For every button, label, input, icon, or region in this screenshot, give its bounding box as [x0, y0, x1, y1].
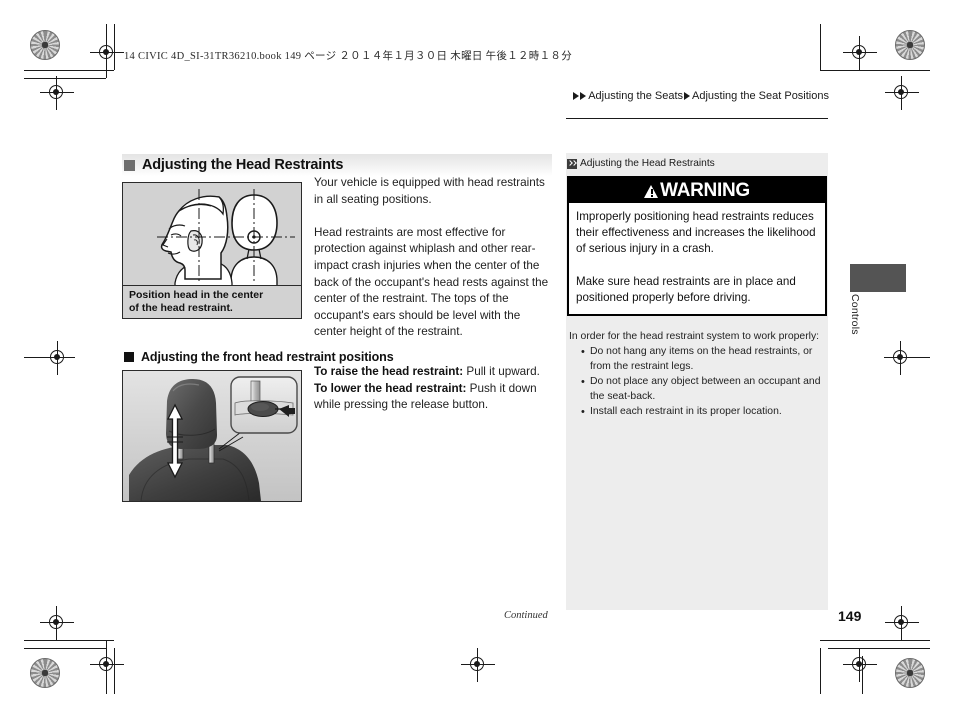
registration-target-top-right — [843, 36, 877, 70]
halftone-registration-dot-top-right — [895, 30, 925, 60]
figure-head-position-caption: Position head in the center of the head … — [123, 285, 301, 318]
crop-mark-top-right-h — [820, 70, 930, 71]
registration-target-top-left-inner — [90, 36, 124, 70]
registration-target-right-upper — [885, 76, 919, 110]
body-text-block: Your vehicle is equipped with head restr… — [314, 175, 554, 341]
list-item: Do not hang any items on the head restra… — [581, 345, 822, 374]
crop-mark-top-left-v2 — [114, 24, 115, 70]
breadcrumb-arrow-icon-1 — [573, 92, 580, 100]
crop-mark-bottom-left-v — [106, 640, 107, 694]
breadcrumb-arrow-icon-2 — [580, 92, 587, 100]
continued-label: Continued — [504, 610, 548, 621]
halftone-registration-dot-top-left — [30, 30, 60, 60]
figure-head-restraint-drawing — [123, 371, 301, 501]
registration-target-bottom-center — [461, 648, 495, 682]
subsection-bullet-icon — [124, 352, 134, 362]
halftone-registration-dot-bottom-left — [30, 658, 60, 688]
reference-chevron-icon — [567, 158, 577, 169]
crop-mark-top-left-h — [24, 70, 114, 71]
header-divider — [566, 118, 828, 119]
instruction-raise: To raise the head restraint: Pull it upw… — [314, 364, 554, 381]
halftone-registration-dot-bottom-right — [895, 658, 925, 688]
section-heading-label: Adjusting the Head Restraints — [142, 157, 344, 173]
reference-note: In order for the head restraint system t… — [566, 316, 828, 419]
crop-mark-top-right-v — [820, 24, 821, 70]
left-column: Adjusting the Head Restraints — [122, 154, 552, 176]
registration-target-right-middle — [884, 341, 918, 375]
side-tab-marker — [850, 264, 906, 292]
crop-mark-left-edge — [24, 357, 42, 358]
section-bullet-icon — [124, 159, 135, 171]
crop-mark-bottom-right-h2 — [828, 648, 930, 649]
crop-mark-bottom-right-v — [820, 648, 821, 694]
instruction-text-block: To raise the head restraint: Pull it upw… — [314, 364, 554, 414]
figure-caption-line-1: Position head in the center — [129, 289, 264, 302]
crop-mark-right-edge — [912, 357, 930, 358]
body-paragraph-2: Head restraints are most effective for p… — [314, 225, 549, 339]
subsection-heading-wrap: Adjusting the front head restraint posit… — [122, 350, 552, 364]
instruction-raise-text: Pull it upward. — [463, 365, 540, 378]
warning-body: Improperly positioning head restraints r… — [569, 203, 825, 314]
breadcrumb: Adjusting the Seats Adjusting the Seat Po… — [430, 90, 830, 102]
body-paragraph-1: Your vehicle is equipped with head restr… — [314, 176, 545, 206]
subsection-heading-label: Adjusting the front head restraint posit… — [141, 350, 394, 364]
breadcrumb-arrow-icon-3 — [684, 92, 691, 100]
figure-head-position: Position head in the center of the head … — [122, 182, 302, 319]
registration-target-bottom-right — [843, 648, 877, 682]
crop-mark-bottom-right-v2 — [862, 656, 863, 694]
registration-target-right-lower — [885, 606, 919, 640]
registration-target-top-left — [40, 76, 74, 110]
registration-target-left-middle — [41, 341, 75, 375]
crop-mark-top-left-h2 — [24, 78, 106, 79]
crop-mark-bottom-left-h2 — [24, 648, 106, 649]
warning-box: WARNING Improperly positioning head rest… — [567, 176, 827, 317]
instruction-raise-label: To raise the head restraint: — [314, 365, 464, 378]
reference-note-list: Do not hang any items on the head restra… — [569, 345, 822, 419]
breadcrumb-segment-1[interactable]: Adjusting the Seats — [588, 90, 683, 102]
manual-page: 14 CIVIC 4D_SI-31TR36210.book 149 ページ ２０… — [0, 0, 954, 718]
warning-triangle-icon — [644, 184, 659, 198]
subsection-heading: Adjusting the front head restraint posit… — [122, 350, 552, 364]
warning-paragraph-2: Make sure head restraints are in place a… — [576, 274, 796, 304]
warning-paragraph-1: Improperly positioning head restraints r… — [576, 210, 816, 256]
instruction-lower-label: To lower the head restraint: — [314, 381, 467, 395]
print-header: 14 CIVIC 4D_SI-31TR36210.book 149 ページ ２０… — [124, 51, 573, 62]
reference-title: Adjusting the Head Restraints — [566, 153, 828, 174]
figure-head-restraint-adjust — [122, 370, 302, 502]
instruction-lower: To lower the head restraint: Push it dow… — [314, 381, 554, 414]
reference-note-lead: In order for the head restraint system t… — [569, 331, 820, 343]
side-tab-label: Controls — [849, 294, 861, 335]
reference-title-label: Adjusting the Head Restraints — [580, 158, 715, 169]
list-item: Do not place any object between an occup… — [581, 375, 822, 404]
warning-banner-label: WARNING — [660, 180, 750, 201]
crop-mark-top-left-v — [106, 24, 107, 78]
figure-caption-line-2: of the head restraint. — [129, 302, 233, 315]
crop-mark-bottom-right-h — [820, 640, 930, 641]
crop-mark-bottom-left-v2 — [114, 648, 115, 694]
registration-target-bottom-left — [40, 606, 74, 640]
crop-mark-bottom-left-h — [24, 640, 114, 641]
registration-target-bottom-left-inner — [90, 648, 124, 682]
list-item: Install each restraint in its proper loc… — [581, 405, 822, 420]
warning-banner: WARNING — [569, 178, 825, 203]
page-number: 149 — [838, 608, 862, 624]
reference-column: Adjusting the Head Restraints WARNING Im… — [566, 153, 828, 610]
section-heading: Adjusting the Head Restraints — [122, 154, 552, 176]
breadcrumb-segment-2[interactable]: Adjusting the Seat Positions — [692, 90, 829, 102]
